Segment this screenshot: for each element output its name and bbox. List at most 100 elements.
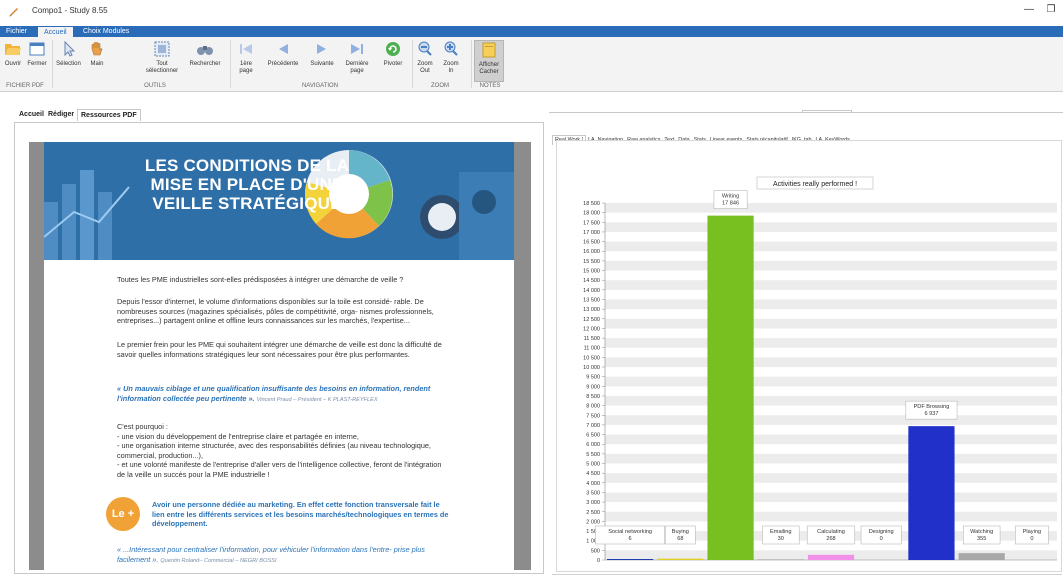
grid-band: [605, 415, 1057, 425]
rechercher-button[interactable]: Rechercher: [188, 40, 222, 68]
grid-band: [605, 280, 1057, 290]
group-separator: [52, 40, 53, 88]
last-page-icon: [351, 44, 363, 54]
previous-icon: [279, 44, 288, 54]
divider: [552, 574, 1062, 575]
ouvrir-button[interactable]: Ouvrir: [2, 40, 24, 68]
fermer-label: Fermer: [27, 61, 47, 67]
app-pen-icon: [9, 8, 18, 17]
tab-left-accueil[interactable]: Accueil: [19, 111, 44, 118]
y-tick-label: 5 000: [586, 462, 600, 468]
notes-tab-bar: Notes 11Notes 12Notes 13Notes 14Notes 15…: [549, 103, 957, 120]
main-button[interactable]: Main: [86, 40, 108, 68]
y-tick-label: 14 000: [583, 288, 600, 294]
previous-label: Précédente: [267, 61, 299, 67]
afficher-cacher-button[interactable]: Afficher Cacher: [474, 40, 504, 82]
open-folder-icon: [5, 44, 21, 55]
y-tick-label: 15 500: [583, 259, 600, 265]
y-tick-label: 4 000: [586, 481, 600, 487]
data-label-category: PDF Browsing: [914, 404, 950, 410]
y-tick-label: 14 500: [583, 278, 600, 284]
selection-button[interactable]: Sélection: [55, 40, 82, 68]
grid-band: [605, 222, 1057, 232]
tab-accueil[interactable]: Accueil: [38, 26, 73, 37]
grid-band: [605, 260, 1057, 271]
pivoter-label: Pivoter: [383, 61, 403, 67]
y-tick-label: 13 500: [583, 297, 600, 303]
next-label: Suivante: [310, 61, 334, 67]
grid-band: [605, 473, 1057, 483]
zoom-out-label: Zoom Out: [417, 61, 433, 74]
y-tick-label: 8 000: [586, 404, 600, 410]
y-tick-label: 9 500: [586, 375, 600, 381]
pivoter-button[interactable]: Pivoter: [378, 40, 408, 68]
y-tick-label: 16 500: [583, 240, 600, 246]
bar-emailing: [757, 559, 804, 560]
grid-band: [605, 395, 1057, 406]
y-tick-label: 17 500: [583, 220, 600, 226]
y-tick-label: 0: [597, 558, 600, 564]
pdf-quote-2-author: Quentin Roland– Commercial – NEGRI BOSSI: [160, 557, 277, 564]
y-tick-label: 3 500: [586, 490, 600, 496]
hand-icon: [91, 42, 103, 56]
zoom-out-icon: [418, 41, 432, 56]
tout-selectionner-button[interactable]: Tout sélectionner: [142, 40, 182, 75]
y-tick-label: 12 500: [583, 317, 600, 323]
window-title: Compo1 - Study 8.55: [32, 6, 108, 15]
data-label-category: Playing: [1023, 529, 1041, 535]
group-label-navigation: NAVIGATION: [301, 83, 339, 89]
y-tick-label: 7 000: [586, 423, 600, 429]
y-tick-label: 2 500: [586, 510, 600, 516]
pdf-quote-1-author: Vincent Praud – Président – K PLAST-REYF…: [256, 396, 378, 403]
y-tick-label: 5 500: [586, 452, 600, 458]
pdf-quote-1: « Un mauvais ciblage et une qualificatio…: [117, 384, 447, 405]
zoom-in-button[interactable]: Zoom In: [441, 40, 461, 75]
select-all-icon: [154, 41, 170, 57]
y-tick-label: 12 000: [583, 326, 600, 332]
tab-left-ressources-pdf[interactable]: Ressources PDF: [77, 109, 141, 121]
tab-fichier[interactable]: Fichier: [0, 26, 33, 37]
activities-bar-chart: 05001 0001 5002 0002 5003 0003 5004 0004…: [583, 176, 1057, 564]
y-tick-label: 18 000: [583, 211, 600, 217]
y-tick-label: 16 000: [583, 249, 600, 255]
le-plus-badge: Le +: [106, 497, 140, 531]
grid-band: [605, 357, 1057, 368]
grid-band: [605, 434, 1057, 445]
first-page-icon: [240, 44, 252, 54]
y-tick-label: 18 500: [583, 201, 600, 207]
data-label-category: Writing: [722, 194, 739, 200]
pdf-viewer[interactable]: LES CONDITIONS DE LA MISE EN PLACE D'UNE…: [29, 142, 531, 570]
le-plus-text: Avoir une personne dédiée au marketing. …: [152, 500, 449, 529]
group-label-zoom: ZOOM: [431, 83, 449, 89]
pdf-list-item: - une organisation interne structurée, a…: [117, 441, 431, 460]
previous-button[interactable]: Précédente: [266, 40, 300, 68]
grid-band: [605, 376, 1057, 387]
next-button[interactable]: Suivante: [305, 40, 339, 68]
y-tick-label: 6 000: [586, 442, 600, 448]
first-page-button[interactable]: 1ère page: [234, 40, 258, 75]
data-label-value: 6: [629, 536, 632, 542]
grid-band: [605, 318, 1057, 329]
pdf-list-item: - une vision du développement de l'entre…: [117, 431, 359, 441]
zoom-out-button[interactable]: Zoom Out: [415, 40, 435, 75]
pdf-banner-title: LES CONDITIONS DE LA MISE EN PLACE D'UNE…: [144, 156, 350, 213]
close-window-icon: [29, 42, 45, 56]
y-tick-label: 500: [591, 548, 600, 554]
ribbon-tab-bar: Fichier Accueil Choix Modules: [0, 26, 1063, 37]
restore-button[interactable]: ❐: [1043, 4, 1059, 15]
tab-left-rediger[interactable]: Rédiger: [48, 111, 74, 118]
grid-band: [605, 338, 1057, 348]
zoom-in-icon: [444, 41, 458, 56]
grid-band: [605, 453, 1057, 464]
first-page-label: 1ère page: [239, 61, 253, 74]
chart-title: Activities really performed !: [773, 181, 857, 188]
bar-calculating: [807, 554, 855, 560]
tab-choix-modules[interactable]: Choix Modules: [77, 26, 135, 37]
left-pane: LES CONDITIONS DE LA MISE EN PLACE D'UNE…: [14, 122, 544, 574]
minimize-button[interactable]: —: [1021, 4, 1037, 15]
fermer-button[interactable]: Fermer: [26, 40, 48, 68]
last-page-button[interactable]: Dernière page: [341, 40, 373, 75]
y-tick-label: 10 500: [583, 355, 600, 361]
y-tick-label: 6 500: [586, 433, 600, 439]
bar-social-networking: [607, 559, 654, 560]
